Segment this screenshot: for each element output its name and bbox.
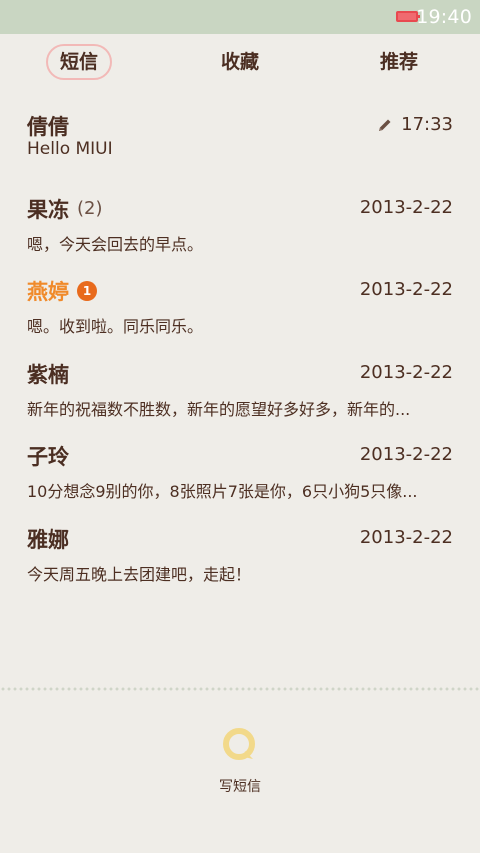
- contact-name-line: 果冻 (2): [27, 195, 103, 223]
- message-date: 2013-2-22: [359, 444, 453, 465]
- contact-name: 子玲: [27, 445, 69, 469]
- compose-button[interactable]: 写短信: [200, 726, 280, 796]
- message-date: 2013-2-22: [359, 526, 453, 548]
- contact-name: 燕婷: [27, 280, 69, 304]
- message-preview: 嗯，今天会回去的早点。: [27, 234, 204, 254]
- battery-icon: [396, 11, 420, 22]
- dotted-divider: [0, 686, 480, 692]
- status-time: 19:40: [416, 6, 472, 28]
- message-preview: Hello MIUI: [27, 139, 113, 159]
- contact-name: 雅娜: [27, 527, 69, 552]
- contact-name-line: 紫楠: [27, 360, 69, 388]
- message-preview: 新年的祝福数不胜数，新年的愿望好多好多，新年的...: [27, 399, 411, 419]
- message-time: 17:33: [377, 114, 453, 135]
- contact-name: 倩倩: [27, 115, 69, 139]
- conversation-item[interactable]: 燕婷 1 2013-2-22 嗯。收到啦。同乐同乐。: [0, 261, 480, 344]
- message-preview: 嗯。收到啦。同乐同乐。: [27, 317, 204, 336]
- compose-message-icon: [223, 728, 255, 760]
- contact-name-line: 雅娜: [27, 525, 69, 553]
- tab-sms[interactable]: 短信: [46, 44, 112, 80]
- message-date: 2013-2-22: [359, 196, 453, 218]
- contact-name-line: 倩倩: [27, 112, 69, 140]
- contact-name-line: 燕婷 1: [27, 277, 97, 305]
- status-bar: 19:40: [0, 0, 480, 34]
- conversation-item[interactable]: 子玲 2013-2-22 10分想念9别的你，8张照片7张是你，6只小狗5只像.…: [0, 426, 480, 509]
- message-date: 2013-2-22: [359, 279, 453, 300]
- unread-badge: 1: [77, 281, 97, 301]
- tab-favorites[interactable]: 收藏: [207, 44, 273, 80]
- tab-bar: 短信 收藏 推荐: [0, 34, 480, 96]
- conversation-list: 倩倩 17:33 Hello MIUI 果冻 (2) 2013-2-22 嗯，今…: [0, 96, 480, 591]
- tab-recommended[interactable]: 推荐: [366, 44, 432, 80]
- conversation-item[interactable]: 紫楠 2013-2-22 新年的祝福数不胜数，新年的愿望好多好多，新年的...: [0, 344, 480, 427]
- compose-label: 写短信: [219, 779, 261, 795]
- pencil-icon: [379, 119, 391, 131]
- contact-name-line: 子玲: [27, 442, 69, 470]
- conversation-item[interactable]: 倩倩 17:33 Hello MIUI: [0, 96, 480, 179]
- message-date: 2013-2-22: [359, 361, 453, 383]
- conversation-item[interactable]: 果冻 (2) 2013-2-22 嗯，今天会回去的早点。: [0, 179, 480, 262]
- message-preview: 今天周五晚上去团建吧，走起！: [27, 564, 252, 584]
- contact-name: 紫楠: [27, 362, 69, 387]
- contact-name: 果冻: [27, 197, 69, 222]
- message-time-text: 17:33: [401, 114, 453, 135]
- message-preview: 10分想念9别的你，8张照片7张是你，6只小狗5只像...: [27, 482, 418, 501]
- message-count: (2): [77, 198, 103, 219]
- conversation-item[interactable]: 雅娜 2013-2-22 今天周五晚上去团建吧，走起！: [0, 509, 480, 592]
